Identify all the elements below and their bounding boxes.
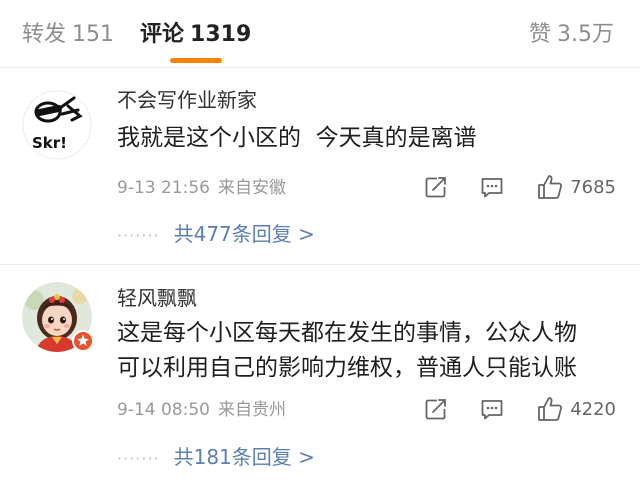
comment-actions: 7685 <box>424 172 616 202</box>
replies-row: ······· 共477条回复 > <box>117 220 315 250</box>
tab-repost[interactable]: 转发 151 <box>22 20 114 50</box>
tab-comments[interactable]: 评论 1319 <box>140 20 251 50</box>
comment-text: 这是每个小区每天都在发生的事情，公众人物 可以利用自己的影响力维权，普通人只能认… <box>117 316 627 386</box>
share-icon[interactable] <box>424 175 449 199</box>
comment-time: 9-14 08:50 <box>117 400 210 420</box>
comment-location: 来自安徽 <box>217 178 286 198</box>
comment-text: 我就是这个小区的 今天真的是离谱 <box>117 125 477 151</box>
comment-time: 9-13 21:56 <box>117 178 210 198</box>
like-icon[interactable] <box>536 173 564 201</box>
comment-location: 来自贵州 <box>217 400 286 420</box>
comment-meta: 9-14 08:50 来自贵州 <box>117 398 286 422</box>
username[interactable]: 不会写作业新家 <box>117 86 257 114</box>
view-replies-link[interactable]: 共477条回复 > <box>174 222 315 246</box>
like-count: 4220 <box>570 398 616 420</box>
tab-comments-count: 1319 <box>190 22 252 47</box>
avatar[interactable]: Skr! <box>22 90 92 160</box>
comment-text-line: 可以利用自己的影响力维权，普通人只能认账 <box>117 355 577 381</box>
tab-likes-label: 赞 <box>528 22 551 47</box>
avatar-text: Skr! <box>32 134 67 152</box>
like-icon[interactable] <box>536 395 564 423</box>
reply-dots: ······· <box>117 449 160 468</box>
tab-repost-label: 转发 <box>22 22 67 47</box>
tab-likes-count: 3.5万 <box>557 22 614 47</box>
tab-comments-label: 评论 <box>140 22 185 47</box>
comment-icon[interactable] <box>480 175 504 199</box>
like-count: 7685 <box>570 176 616 198</box>
tab-likes[interactable]: 赞 3.5万 <box>529 20 614 50</box>
comment-item: Skr! 不会写作业新家 我就是这个小区的 今天真的是离谱 9-13 21:56… <box>0 68 640 265</box>
replies-row: ······· 共181条回复 > <box>117 443 315 473</box>
tab-repost-count: 151 <box>72 22 115 47</box>
comment-icon[interactable] <box>480 397 504 421</box>
cartoon-avatar-icon: Skr! <box>22 90 92 160</box>
comment-actions: 4220 <box>424 394 616 424</box>
comment-meta: 9-13 21:56 来自安徽 <box>117 176 286 200</box>
view-replies-link[interactable]: 共181条回复 > <box>174 445 315 469</box>
username[interactable]: 轻风飘飘 <box>117 284 197 312</box>
share-icon[interactable] <box>424 397 449 421</box>
active-tab-indicator <box>170 58 222 63</box>
reply-dots: ······· <box>117 226 160 245</box>
comment-text-line: 这是每个小区每天都在发生的事情，公众人物 <box>117 320 577 346</box>
vip-badge-icon <box>72 330 94 352</box>
comment-item: 轻风飘飘 这是每个小区每天都在发生的事情，公众人物 可以利用自己的影响力维权，普… <box>0 266 640 485</box>
comment-tabs: 转发 151 评论 1319 赞 3.5万 <box>0 0 640 68</box>
